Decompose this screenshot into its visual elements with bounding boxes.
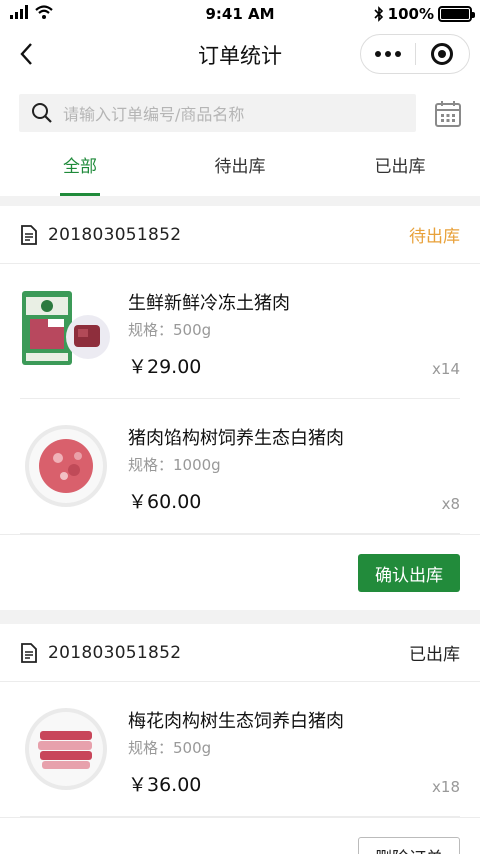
order-header: 201803051852 待出库 <box>0 206 480 264</box>
tab-all[interactable]: 全部 <box>0 134 160 196</box>
confirm-shipment-button[interactable]: 确认出库 <box>358 554 460 592</box>
item-price: ￥29.00 <box>128 356 202 378</box>
item-quantity: x18 <box>432 778 460 796</box>
order-item[interactable]: 梅花肉构树生态饲养白猪肉 规格：500g ￥36.00 x18 <box>20 682 460 817</box>
header: 9:41 AM 100% 订单统计 请输入订单编号/商品名称 全部 待出库 已出… <box>0 0 480 196</box>
more-icon[interactable] <box>361 51 415 57</box>
status-bar: 9:41 AM 100% <box>0 0 480 28</box>
battery-icon <box>438 6 475 22</box>
pork-package-image <box>22 291 110 365</box>
document-icon <box>21 224 37 245</box>
item-name: 猪肉馅构树饲养生态白猪肉 <box>128 428 344 449</box>
order-item[interactable]: 生鲜新鲜冷冻土猪肉 规格：500g ￥29.00 x14 <box>20 264 460 399</box>
order-footer: 删除订单 <box>0 817 480 854</box>
item-spec: 规格：500g <box>128 321 212 339</box>
tab-bar: 全部 待出库 已出库 <box>0 134 480 196</box>
pork-slices-image <box>25 708 107 790</box>
order-card: 201803051852 待出库 生鲜新鲜冷冻土猪肉 规格：500g ￥29.0… <box>0 206 480 610</box>
order-footer: 确认出库 <box>0 534 480 610</box>
order-header: 201803051852 已出库 <box>0 624 480 682</box>
order-number: 201803051852 <box>48 642 182 663</box>
order-number: 201803051852 <box>48 224 182 245</box>
item-quantity: x14 <box>432 360 460 378</box>
item-price: ￥36.00 <box>128 774 202 796</box>
minced-pork-image <box>25 425 107 507</box>
order-card: 201803051852 已出库 梅花肉构树生态饲养白猪肉 规格：500g ￥3… <box>0 624 480 854</box>
search-row: 请输入订单编号/商品名称 <box>0 80 480 134</box>
bluetooth-icon <box>374 6 383 22</box>
tab-shipped[interactable]: 已出库 <box>320 134 480 196</box>
item-spec: 规格：500g <box>128 739 212 757</box>
mini-program-capsule <box>360 34 470 74</box>
item-name: 梅花肉构树生态饲养白猪肉 <box>128 711 344 732</box>
item-name: 生鲜新鲜冷冻土猪肉 <box>128 293 290 314</box>
nav-bar: 订单统计 <box>0 28 480 80</box>
calendar-icon[interactable] <box>434 100 462 128</box>
battery-percent: 100% <box>387 5 434 23</box>
search-icon <box>32 103 52 123</box>
search-placeholder: 请输入订单编号/商品名称 <box>63 105 245 124</box>
item-quantity: x8 <box>441 495 460 513</box>
close-icon[interactable] <box>416 43 470 65</box>
tab-pending[interactable]: 待出库 <box>160 134 320 196</box>
delete-order-button[interactable]: 删除订单 <box>358 837 460 854</box>
order-item[interactable]: 猪肉馅构树饲养生态白猪肉 规格：1000g ￥60.00 x8 <box>20 399 460 534</box>
status-right: 100% <box>374 5 475 23</box>
item-price: ￥60.00 <box>128 491 202 513</box>
search-input[interactable]: 请输入订单编号/商品名称 <box>19 94 416 132</box>
document-icon <box>21 642 37 663</box>
order-status: 已出库 <box>409 645 460 665</box>
order-status: 待出库 <box>409 227 460 247</box>
item-spec: 规格：1000g <box>128 456 221 474</box>
